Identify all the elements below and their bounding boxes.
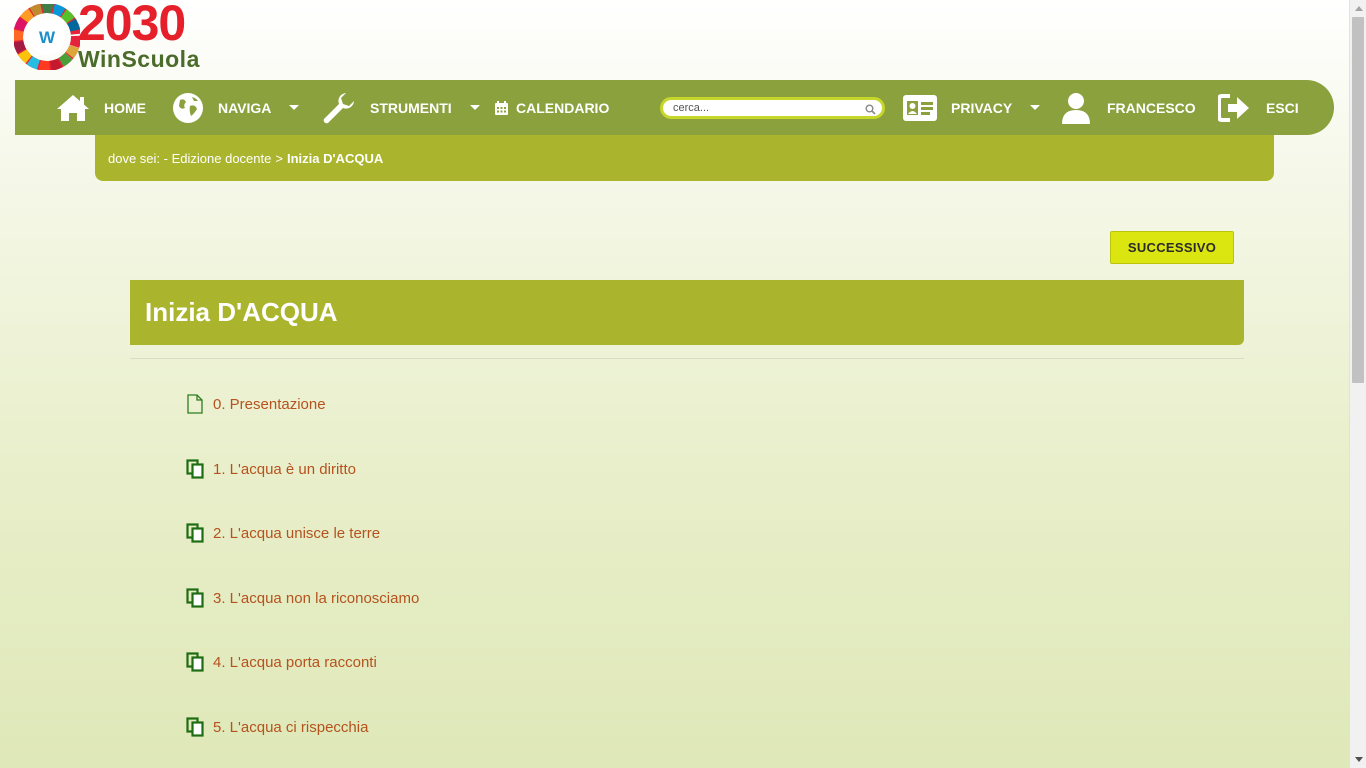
vertical-scrollbar[interactable] bbox=[1349, 0, 1366, 768]
scrollbar-thumb[interactable] bbox=[1352, 17, 1364, 383]
nav-strumenti[interactable]: STRUMENTI bbox=[322, 80, 480, 135]
nav-home-label: HOME bbox=[104, 99, 146, 116]
search-icon[interactable] bbox=[865, 102, 876, 120]
page-title: Inizia D'ACQUA bbox=[145, 297, 338, 327]
home-icon bbox=[56, 94, 90, 122]
nav-naviga[interactable]: NAVIGA bbox=[172, 80, 300, 135]
breadcrumb: dove sei: - Edizione docente > Inizia D'… bbox=[95, 135, 1274, 181]
logo-number: 2030 bbox=[78, 0, 186, 51]
chapter-item[interactable]: 4. L'acqua porta racconti bbox=[185, 651, 377, 673]
pages-icon bbox=[185, 717, 205, 737]
calendar-icon bbox=[495, 100, 508, 115]
pages-icon bbox=[185, 523, 205, 543]
search-box bbox=[660, 97, 885, 119]
chapter-label: 2. L'acqua unisce le terre bbox=[213, 524, 381, 542]
nav-home[interactable]: HOME bbox=[56, 80, 146, 135]
user-icon bbox=[1062, 92, 1090, 124]
nav-privacy-label: PRIVACY bbox=[951, 99, 1013, 116]
pages-icon bbox=[185, 588, 205, 608]
chapter-label: 3. L'acqua non la riconosciamo bbox=[213, 589, 420, 607]
chapter-item[interactable]: 3. L'acqua non la riconosciamo bbox=[185, 587, 419, 609]
chevron-down-icon bbox=[469, 105, 480, 110]
nav-calendario-label: CALENDARIO bbox=[516, 99, 610, 116]
nav-calendario[interactable]: CALENDARIO bbox=[495, 80, 609, 135]
nav-privacy[interactable]: PRIVACY bbox=[903, 80, 1041, 135]
scroll-down-arrow-icon[interactable] bbox=[1350, 751, 1366, 768]
breadcrumb-link-edizione[interactable]: Edizione docente bbox=[172, 151, 272, 166]
chapter-item[interactable]: 1. L'acqua è un diritto bbox=[185, 458, 356, 480]
pages-icon bbox=[185, 459, 205, 479]
logout-icon bbox=[1218, 93, 1250, 122]
nav-user-label: FRANCESCO bbox=[1107, 99, 1196, 116]
breadcrumb-separator: > bbox=[275, 150, 283, 166]
pages-icon bbox=[185, 652, 205, 672]
chapter-item[interactable]: 5. L'acqua ci rispecchia bbox=[185, 716, 368, 738]
divider bbox=[130, 358, 1244, 359]
chapter-label: 0. Presentazione bbox=[213, 395, 326, 413]
scroll-up-arrow-icon[interactable] bbox=[1350, 0, 1366, 17]
next-button[interactable]: SUCCESSIVO bbox=[1110, 231, 1234, 264]
nav-strumenti-label: STRUMENTI bbox=[370, 99, 452, 116]
chapter-label: 5. L'acqua ci rispecchia bbox=[213, 718, 369, 736]
logo-subtitle: WinScuola bbox=[78, 46, 200, 72]
nav-esci-label: ESCI bbox=[1266, 99, 1299, 116]
page: W 2030 WinScuola HOME NAVIGA STRUMENTI C… bbox=[0, 0, 1349, 768]
nav-esci[interactable]: ESCI bbox=[1218, 80, 1299, 135]
page-icon bbox=[185, 394, 205, 414]
svg-text:W: W bbox=[39, 28, 56, 47]
chapter-label: 1. L'acqua è un diritto bbox=[213, 460, 356, 478]
nav-naviga-label: NAVIGA bbox=[218, 99, 272, 116]
sdg-wheel-icon: W bbox=[14, 4, 80, 70]
nav-user[interactable]: FRANCESCO bbox=[1062, 80, 1196, 135]
id-card-icon bbox=[903, 94, 937, 121]
winscuola-logo[interactable]: W 2030 WinScuola bbox=[14, 0, 214, 72]
search-input[interactable] bbox=[673, 102, 863, 114]
chapter-item[interactable]: 2. L'acqua unisce le terre bbox=[185, 522, 380, 544]
breadcrumb-current: Inizia D'ACQUA bbox=[286, 150, 384, 166]
chevron-down-icon bbox=[289, 105, 300, 110]
breadcrumb-prefix: dove sei: - bbox=[108, 150, 168, 166]
page-title-block: Inizia D'ACQUA bbox=[130, 280, 1244, 345]
globe-icon bbox=[172, 92, 204, 124]
chevron-down-icon bbox=[1030, 105, 1041, 110]
chapter-label: 4. L'acqua porta racconti bbox=[213, 653, 377, 671]
wrench-icon bbox=[322, 91, 356, 125]
chapter-item[interactable]: 0. Presentazione bbox=[185, 393, 326, 415]
